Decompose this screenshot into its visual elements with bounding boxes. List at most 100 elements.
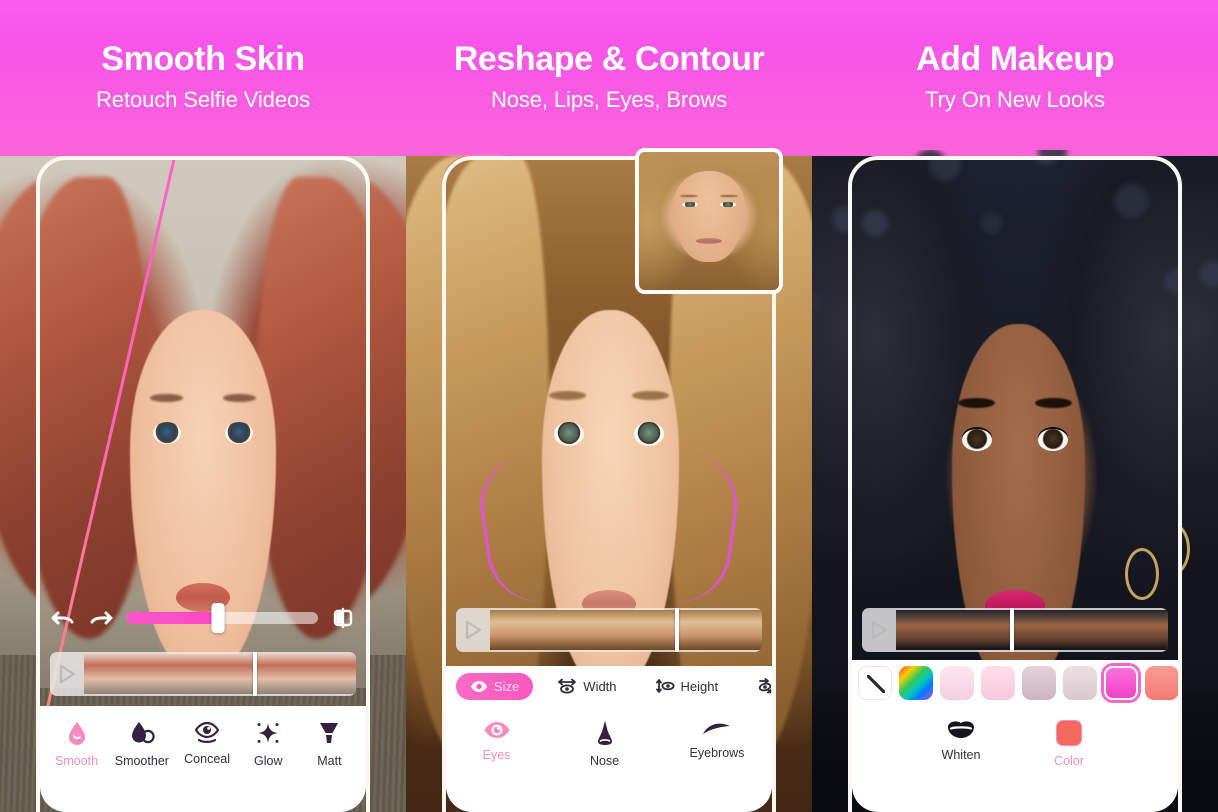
inset-eyebrow-right <box>720 194 739 197</box>
swatch-color-picker[interactable] <box>899 666 933 700</box>
timeline-frame <box>293 654 315 694</box>
lips-whiten-icon <box>946 720 976 740</box>
inset-preview-thumbnail[interactable] <box>635 148 783 294</box>
swatch-coral[interactable] <box>1145 666 1178 700</box>
eye-left <box>961 429 992 452</box>
tab-label: Matt <box>317 754 342 768</box>
undo-arrow-icon[interactable] <box>50 605 76 631</box>
timeline-frame <box>567 610 588 650</box>
pill-tilt[interactable]: Tilt <box>742 672 772 700</box>
eye-size-icon <box>470 680 488 693</box>
eye-icon <box>483 720 511 740</box>
panel-reshape-contour: Size Width Height Eyes Nose Eyebrows Res… <box>406 0 812 812</box>
tab-color[interactable]: Color <box>1046 720 1092 768</box>
timeline-playhead[interactable] <box>674 608 679 652</box>
video-timeline-1[interactable] <box>50 652 356 696</box>
tab-glow[interactable]: Glow <box>245 720 291 768</box>
redo-arrow-icon[interactable] <box>88 605 114 631</box>
timeline-frame <box>742 610 762 650</box>
tab-label: Eyes <box>482 748 511 762</box>
tab-smoother[interactable]: Smoother <box>115 720 169 768</box>
timeline-frame <box>272 654 294 694</box>
hair-right <box>256 177 370 639</box>
eyebrow-left <box>548 390 586 400</box>
page-subtitle: Retouch Selfie Videos <box>96 87 310 113</box>
tab-label: Conceal <box>184 752 231 766</box>
swatch-blush-pink[interactable] <box>981 666 1015 700</box>
width-arrows-icon <box>557 678 577 694</box>
sparkle-icon <box>255 720 281 746</box>
intensity-slider[interactable] <box>126 603 318 633</box>
pill-height[interactable]: Height <box>641 672 733 700</box>
swatch-pale-pink[interactable] <box>940 666 974 700</box>
timeline-playhead[interactable] <box>252 652 257 696</box>
pill-label: Size <box>494 678 520 694</box>
timeline-frame <box>188 654 210 694</box>
panel-heading-1: Smooth Skin Retouch Selfie Videos <box>0 40 406 113</box>
tab-eyebrows[interactable]: Eyebrows <box>689 720 745 760</box>
pill-label: Height <box>680 678 719 694</box>
swatch-none[interactable] <box>858 666 892 700</box>
play-icon[interactable] <box>456 620 490 640</box>
swatch-hot-magenta[interactable] <box>1104 666 1138 700</box>
pill-size[interactable]: Size <box>456 672 534 700</box>
eyebrow-right <box>1035 397 1072 408</box>
timeline-frame <box>528 610 549 650</box>
swatch-dusty-rose[interactable] <box>1063 666 1097 700</box>
timeline-frame <box>509 610 529 650</box>
tool-tabs-2: Eyes Nose Eyebrows <box>446 706 772 768</box>
timeline-frame <box>723 610 743 650</box>
timeline-playhead[interactable] <box>1010 608 1015 652</box>
timeline-frame <box>209 654 231 694</box>
timeline-frame <box>958 610 980 650</box>
pill-label: Width <box>583 678 617 694</box>
droplets-icon <box>129 720 155 746</box>
inset-eye-right <box>720 201 736 207</box>
page-title: Reshape & Contour <box>453 40 765 78</box>
panel-heading-3: Add Makeup Try On New Looks <box>812 40 1218 113</box>
timeline-frame <box>314 654 336 694</box>
inset-eyebrow-left <box>679 194 698 197</box>
tab-label: Color <box>1054 754 1084 768</box>
slider-knob[interactable] <box>211 603 225 633</box>
timeline-frame <box>104 654 126 694</box>
timeline-frames-1[interactable] <box>84 652 356 696</box>
timeline-frames-2[interactable] <box>490 608 762 652</box>
timeline-frame <box>979 610 1001 650</box>
tab-smooth[interactable]: Smooth <box>54 720 100 768</box>
timeline-frame <box>916 610 938 650</box>
edit-controls-row-1 <box>50 600 356 636</box>
play-icon[interactable] <box>50 664 84 684</box>
droplet-smooth-icon <box>65 720 89 746</box>
video-timeline-3[interactable] <box>862 608 1168 652</box>
page-title: Add Makeup <box>915 40 1115 78</box>
tab-eyes[interactable]: Eyes <box>474 720 520 762</box>
tab-label: Eyebrows <box>689 746 745 760</box>
timeline-frame <box>625 610 646 650</box>
tab-matt[interactable]: Matt <box>306 720 352 768</box>
inset-face <box>672 171 746 263</box>
tab-nose[interactable]: Nose <box>582 720 628 768</box>
swatch-mauve[interactable] <box>1022 666 1056 700</box>
timeline-frame <box>548 610 568 650</box>
page-subtitle: Try On New Looks <box>925 87 1105 113</box>
timeline-frames-3[interactable] <box>896 608 1168 652</box>
inset-lips <box>696 237 722 244</box>
video-timeline-2[interactable] <box>456 608 762 652</box>
tab-conceal[interactable]: Conceal <box>184 720 230 766</box>
play-icon[interactable] <box>862 620 896 640</box>
compare-split-icon[interactable] <box>330 605 356 631</box>
timeline-frame <box>490 610 510 650</box>
tab-whiten[interactable]: Whiten <box>938 720 984 762</box>
timeline-frame <box>703 610 724 650</box>
makeup-color-swatches <box>852 660 1178 706</box>
timeline-frame <box>146 654 168 694</box>
timeline-frame <box>84 654 105 694</box>
eye-left <box>553 422 584 446</box>
bottom-toolbar-1: Smooth Smoother Conceal Glow Matt <box>40 706 366 812</box>
pill-width[interactable]: Width <box>543 672 630 700</box>
panel-add-makeup: Whiten Color Add Makeup Try On New Looks <box>812 0 1218 812</box>
nose-icon <box>594 720 616 746</box>
bottom-toolbar-3: Whiten Color <box>852 706 1178 812</box>
earring-hoop <box>1124 548 1159 600</box>
